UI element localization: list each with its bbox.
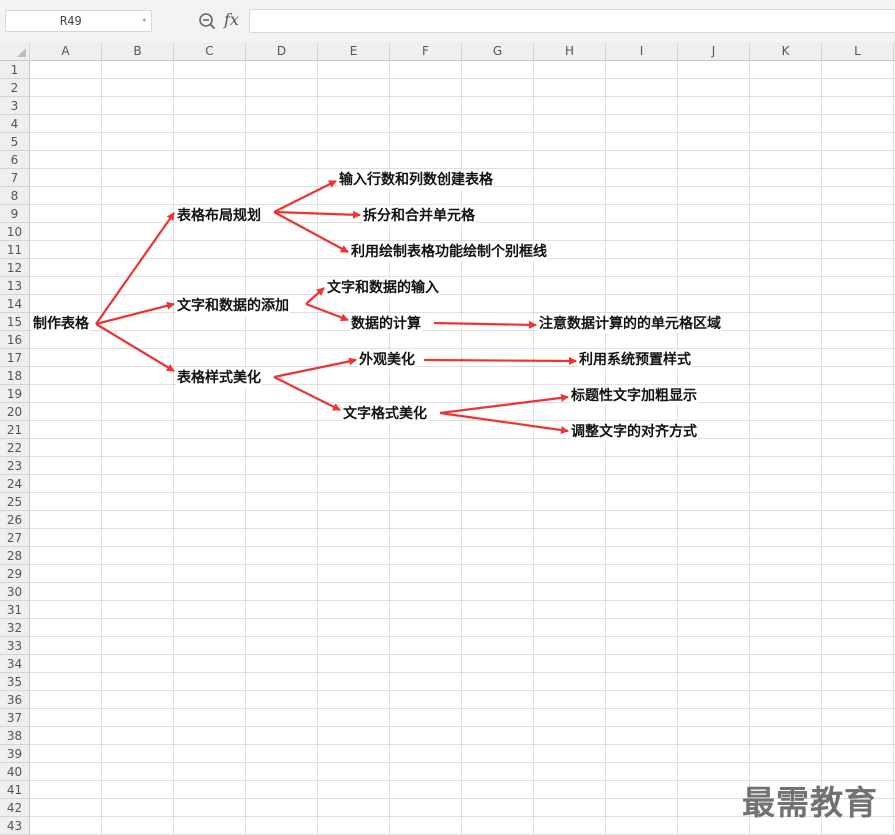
row-header-13[interactable]: 13 (0, 277, 29, 295)
column-header-c[interactable]: C (174, 42, 246, 60)
mindmap-node-style[interactable]: 表格样式美化 (176, 369, 262, 387)
mindmap-node-style-1-1[interactable]: 利用系统预置样式 (578, 351, 692, 369)
row-header-25[interactable]: 25 (0, 493, 29, 511)
row-header-28[interactable]: 28 (0, 547, 29, 565)
column-header-d[interactable]: D (246, 42, 318, 60)
row-header-5[interactable]: 5 (0, 133, 29, 151)
column-header-l[interactable]: L (822, 42, 894, 60)
row-header-23[interactable]: 23 (0, 457, 29, 475)
mindmap-node-layout-1[interactable]: 输入行数和列数创建表格 (338, 171, 494, 189)
column-header-i[interactable]: I (606, 42, 678, 60)
row-header-20[interactable]: 20 (0, 403, 29, 421)
row-header-33[interactable]: 33 (0, 637, 29, 655)
mindmap-node-text-2[interactable]: 数据的计算 (350, 315, 422, 333)
mindmap-node-style-2-2[interactable]: 调整文字的对齐方式 (570, 423, 698, 441)
row-header-24[interactable]: 24 (0, 475, 29, 493)
row-header-11[interactable]: 11 (0, 241, 29, 259)
row-header-17[interactable]: 17 (0, 349, 29, 367)
mindmap-node-style-2[interactable]: 文字格式美化 (342, 405, 428, 423)
row-header-40[interactable]: 40 (0, 763, 29, 781)
row-header-39[interactable]: 39 (0, 745, 29, 763)
mindmap-node-layout-2[interactable]: 拆分和合并单元格 (362, 207, 476, 225)
column-header-k[interactable]: K (750, 42, 822, 60)
row-header-15[interactable]: 15 (0, 313, 29, 331)
formula-input[interactable] (249, 9, 895, 33)
row-header-35[interactable]: 35 (0, 673, 29, 691)
row-header-32[interactable]: 32 (0, 619, 29, 637)
row-header-2[interactable]: 2 (0, 79, 29, 97)
row-header-38[interactable]: 38 (0, 727, 29, 745)
mindmap-node-style-2-1[interactable]: 标题性文字加粗显示 (570, 387, 698, 405)
row-header-21[interactable]: 21 (0, 421, 29, 439)
select-all-triangle-icon (17, 48, 26, 57)
row-header-16[interactable]: 16 (0, 331, 29, 349)
row-header-10[interactable]: 10 (0, 223, 29, 241)
name-box-value: R49 (60, 14, 82, 28)
row-header-bar: 1 2 3 4 5 6 7 8 9 10 11 12 13 14 15 16 17 18 19 20 21 22 23 24 2… (0, 61, 30, 835)
row-header-29[interactable]: 29 (0, 565, 29, 583)
row-header-14[interactable]: 14 (0, 295, 29, 313)
mindmap-node-style-1[interactable]: 外观美化 (358, 351, 416, 369)
row-header-9[interactable]: 9 (0, 205, 29, 223)
mindmap-node-text-2-1[interactable]: 注意数据计算的的单元格区域 (538, 315, 722, 333)
column-header-bar: ABCDEFGHIJKL (30, 42, 895, 61)
mindmap-node-text[interactable]: 文字和数据的添加 (176, 297, 290, 315)
column-header-g[interactable]: G (462, 42, 534, 60)
row-header-6[interactable]: 6 (0, 151, 29, 169)
row-header-1[interactable]: 1 (0, 61, 29, 79)
select-all-button[interactable] (0, 42, 30, 61)
formula-bar: R49 ▾ fx (0, 0, 895, 42)
row-header-8[interactable]: 8 (0, 187, 29, 205)
row-header-19[interactable]: 19 (0, 385, 29, 403)
row-header-34[interactable]: 34 (0, 655, 29, 673)
row-header-42[interactable]: 42 (0, 799, 29, 817)
column-header-f[interactable]: F (390, 42, 462, 60)
row-header-37[interactable]: 37 (0, 709, 29, 727)
row-header-12[interactable]: 12 (0, 259, 29, 277)
function-icon[interactable]: fx (224, 10, 239, 30)
column-header-b[interactable]: B (102, 42, 174, 60)
row-header-4[interactable]: 4 (0, 115, 29, 133)
row-header-18[interactable]: 18 (0, 367, 29, 385)
row-header-7[interactable]: 7 (0, 169, 29, 187)
zoom-out-icon[interactable] (197, 11, 217, 31)
mindmap-node-layout-3[interactable]: 利用绘制表格功能绘制个别框线 (350, 243, 548, 261)
row-header-41[interactable]: 41 (0, 781, 29, 799)
row-header-36[interactable]: 36 (0, 691, 29, 709)
row-header-22[interactable]: 22 (0, 439, 29, 457)
row-header-26[interactable]: 26 (0, 511, 29, 529)
row-header-31[interactable]: 31 (0, 601, 29, 619)
row-header-43[interactable]: 43 (0, 817, 29, 835)
column-header-e[interactable]: E (318, 42, 390, 60)
row-header-27[interactable]: 27 (0, 529, 29, 547)
row-header-3[interactable]: 3 (0, 97, 29, 115)
column-header-j[interactable]: J (678, 42, 750, 60)
name-box[interactable]: R49 ▾ (5, 10, 152, 32)
chevron-down-icon[interactable]: ▾ (142, 11, 147, 31)
column-header-a[interactable]: A (30, 42, 102, 60)
mindmap-node-layout[interactable]: 表格布局规划 (176, 207, 262, 225)
mindmap-root[interactable]: 制作表格 (32, 315, 90, 333)
mindmap-node-text-1[interactable]: 文字和数据的输入 (326, 279, 440, 297)
watermark-logo: 最需教育 (742, 783, 878, 822)
column-header-h[interactable]: H (534, 42, 606, 60)
row-header-30[interactable]: 30 (0, 583, 29, 601)
